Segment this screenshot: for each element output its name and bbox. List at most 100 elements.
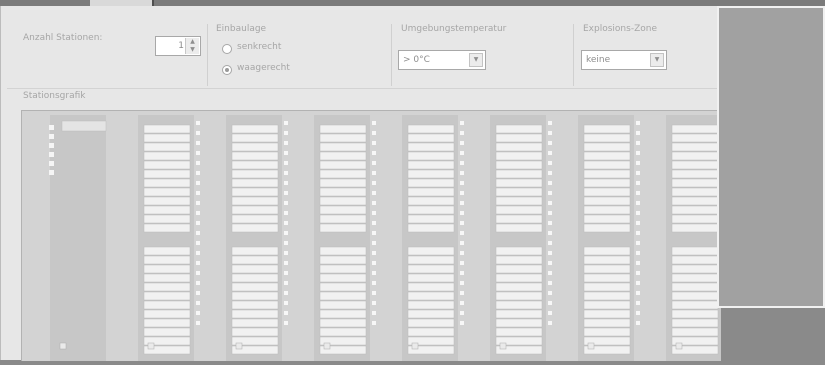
module-led (284, 121, 288, 125)
terminal-row (143, 196, 191, 206)
module-led (636, 281, 640, 285)
spin-up-icon[interactable]: ▲ (186, 38, 199, 46)
module-body[interactable] (50, 115, 106, 361)
terminal-row (407, 178, 455, 188)
terminal-row (319, 282, 367, 292)
radio-vertical[interactable] (222, 44, 232, 54)
terminal-row (407, 264, 455, 274)
terminal-row (231, 264, 279, 274)
ambient-temperature-select[interactable]: > 0°C ▼ (398, 50, 486, 70)
terminal-row (671, 124, 719, 134)
module-led (372, 221, 376, 225)
module-led (636, 171, 640, 175)
terminal-row (495, 309, 543, 319)
terminal-row (495, 205, 543, 215)
station-count-label: Anzahl Stationen: (23, 33, 103, 43)
terminal-row (231, 214, 279, 224)
module-led (284, 301, 288, 305)
module-led (460, 311, 464, 315)
module-led (372, 131, 376, 135)
terminal-row (407, 282, 455, 292)
module-led (460, 141, 464, 145)
module-led (372, 121, 376, 125)
chevron-down-icon[interactable]: ▼ (469, 53, 483, 67)
module-led (548, 251, 552, 255)
module-led (460, 151, 464, 155)
module-led (460, 281, 464, 285)
terminal-row (495, 178, 543, 188)
module-led (372, 151, 376, 155)
chevron-down-icon[interactable]: ▼ (650, 53, 664, 67)
module-led (49, 170, 54, 175)
terminal-row (319, 318, 367, 328)
module-plus-icon[interactable] (499, 342, 507, 350)
terminal-row (319, 264, 367, 274)
module-plus-icon[interactable] (147, 342, 155, 350)
group-divider (391, 24, 392, 86)
module-plus-icon[interactable] (235, 342, 243, 350)
module-led (460, 321, 464, 325)
module-plus-icon[interactable] (587, 342, 595, 350)
module-led (548, 171, 552, 175)
module-led (196, 311, 200, 315)
module-led (636, 211, 640, 215)
terminal-row (231, 318, 279, 328)
explosion-zone-select[interactable]: keine ▼ (581, 50, 667, 70)
module-led (196, 301, 200, 305)
spin-down-icon[interactable]: ▼ (186, 46, 199, 54)
module-led (372, 201, 376, 205)
terminal-row (319, 273, 367, 283)
module-led (372, 211, 376, 215)
module-led (636, 261, 640, 265)
module-led (548, 131, 552, 135)
module-led (284, 201, 288, 205)
module-led (284, 291, 288, 295)
module-plus-icon[interactable] (59, 342, 67, 350)
head-label-plate (61, 120, 107, 132)
group-divider (573, 24, 574, 86)
module-led (636, 241, 640, 245)
terminal-row (495, 151, 543, 161)
module-led (372, 251, 376, 255)
module-led (548, 291, 552, 295)
ambient-temperature-label: Umgebungstemperatur (401, 24, 507, 34)
radio-horizontal-label: waagerecht (237, 63, 290, 73)
terminal-row (143, 327, 191, 337)
terminal-row (583, 309, 631, 319)
terminal-row (495, 327, 543, 337)
module-plus-icon[interactable] (675, 342, 683, 350)
terminal-row (143, 133, 191, 143)
module-led (49, 125, 54, 130)
terminal-row (143, 187, 191, 197)
module-led (196, 281, 200, 285)
terminal-row (495, 196, 543, 206)
module-plus-icon[interactable] (411, 342, 419, 350)
terminal-row (143, 291, 191, 301)
module-led (372, 241, 376, 245)
module-led (284, 271, 288, 275)
terminal-row (671, 205, 719, 215)
module-led (636, 291, 640, 295)
module-led (284, 231, 288, 235)
radio-vertical-label: senkrecht (237, 42, 282, 52)
terminal-row (319, 151, 367, 161)
terminal-row (583, 223, 631, 233)
terminal-row (143, 309, 191, 319)
module-led (636, 271, 640, 275)
module-led (636, 201, 640, 205)
terminal-row (671, 273, 719, 283)
overlay-panel (717, 6, 825, 308)
terminal-row (143, 264, 191, 274)
terminal-row (407, 133, 455, 143)
module-led (548, 221, 552, 225)
module-led (636, 321, 640, 325)
module-plus-icon[interactable] (323, 342, 331, 350)
terminal-row (671, 291, 719, 301)
terminal-row (319, 223, 367, 233)
station-count-spinner[interactable]: 1 ▲ ▼ (155, 36, 201, 56)
terminal-row (143, 282, 191, 292)
radio-horizontal[interactable] (222, 65, 232, 75)
module-led (49, 152, 54, 157)
module-led (196, 131, 200, 135)
module-led (284, 161, 288, 165)
